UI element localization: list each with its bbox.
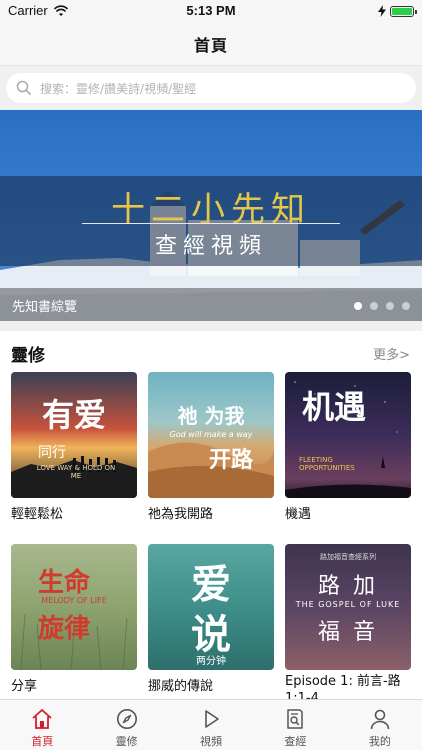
search-placeholder: 搜索：靈修/讚美詩/視頻/聖經 — [40, 81, 197, 96]
card-label: 輕輕鬆松 — [11, 507, 64, 522]
devotion-card[interactable]: 生命 MELODY OF LIFE 旋律 分享 — [11, 544, 137, 695]
card-label: 挪威的傳說 — [148, 679, 214, 694]
card-art-caption: LOVE WAY & HOLD ON ME — [36, 464, 116, 480]
devotion-card[interactable]: 路加福音查經系列 路 加 THE GOSPEL OF LUKE 福 音 Epis… — [285, 544, 411, 707]
home-icon — [32, 709, 52, 729]
banner-subtitle: 查經視頻 — [154, 234, 267, 259]
person-icon — [370, 709, 390, 730]
card-label: 分享 — [11, 679, 38, 694]
card-thumbnail[interactable]: 生命 MELODY OF LIFE 旋律 — [11, 544, 137, 670]
search-input[interactable]: 搜索：靈修/讚美詩/視頻/聖經 — [6, 73, 416, 103]
carousel-page-indicator[interactable] — [354, 302, 410, 310]
tab-label: 首頁 — [31, 735, 54, 748]
tab-bar: 首頁 靈修 視頻 查經 我的 — [0, 699, 422, 750]
tab-profile[interactable]: 我的 — [338, 700, 422, 750]
card-art-caption: THE GOSPEL OF LUKE — [295, 600, 401, 609]
status-time: 5:13 PM — [186, 3, 236, 18]
card-art-title: 路 加 — [318, 574, 378, 599]
tab-devotion[interactable]: 靈修 — [84, 700, 168, 750]
card-thumbnail[interactable]: 机遇 FLEETING OPPORTUNITIES — [285, 372, 411, 498]
devotion-card[interactable]: 机遇 FLEETING OPPORTUNITIES 機遇 — [285, 372, 411, 523]
page-title: 首頁 — [193, 35, 228, 55]
card-art-subtitle: 同行 — [38, 445, 66, 461]
devotion-card[interactable]: 爱 说 两分钟 挪威的傳說 — [148, 544, 274, 695]
card-art-subtitle: 开路 — [208, 448, 253, 473]
compass-icon — [116, 709, 137, 729]
tab-label: 我的 — [368, 735, 391, 748]
card-art-header: 路加福音查經系列 — [320, 553, 376, 561]
card-art-title: 有爱 — [41, 396, 106, 434]
search-bar: 搜索：靈修/讚美詩/視頻/聖經 — [0, 66, 422, 110]
search-icon — [16, 80, 32, 96]
card-art-title: 祂 为我 — [177, 404, 245, 428]
card-art-caption: MELODY OF LIFE — [41, 596, 107, 605]
card-thumbnail[interactable]: 爱 说 两分钟 — [148, 544, 274, 670]
devotion-section-header: 靈修 更多> — [0, 336, 422, 366]
tab-bible-study[interactable]: 查經 — [253, 700, 337, 750]
card-art-title: 生命 — [37, 568, 90, 598]
card-art-title: 机遇 — [301, 388, 366, 426]
card-art-caption: 两分钟 — [196, 656, 226, 667]
battery-icon — [390, 5, 417, 17]
devotion-card[interactable]: 祂 为我 God will make a way 开路 祂為我開路 — [148, 372, 274, 523]
play-icon — [205, 710, 219, 728]
tab-video[interactable]: 視頻 — [169, 700, 253, 750]
nav-bar: 首頁 — [0, 22, 422, 66]
search-document-icon — [287, 709, 304, 729]
card-label: 機遇 — [285, 507, 312, 522]
carousel-dot[interactable] — [402, 302, 410, 310]
tab-label: 視頻 — [200, 735, 223, 748]
card-thumbnail[interactable]: 路加福音查經系列 路 加 THE GOSPEL OF LUKE 福 音 — [285, 544, 411, 670]
banner-carousel[interactable]: 十二小先知 查經視頻 先知書綜覽 — [0, 110, 422, 321]
tab-label: 查經 — [284, 735, 307, 748]
tab-label: 靈修 — [115, 735, 138, 748]
banner-divider — [82, 223, 340, 224]
section-divider — [0, 321, 422, 331]
card-thumbnail[interactable]: 祂 为我 God will make a way 开路 — [148, 372, 274, 498]
card-art-subtitle: 福 音 — [318, 620, 378, 645]
card-thumbnail[interactable]: 有爱 同行 LOVE WAY & HOLD ON ME — [11, 372, 137, 498]
more-link[interactable]: 更多> — [373, 344, 410, 363]
status-bar: Carrier 5:13 PM — [0, 0, 422, 22]
status-right — [378, 5, 417, 17]
carousel-dot[interactable] — [386, 302, 394, 310]
carousel-dot[interactable] — [370, 302, 378, 310]
card-art-caption: God will make a way — [169, 430, 253, 439]
section-title: 靈修 — [11, 346, 45, 366]
charging-icon — [378, 5, 386, 17]
card-art-subtitle: 旋律 — [37, 614, 90, 644]
banner-caption: 先知書綜覽 — [12, 300, 78, 315]
card-art-caption: FLEETING OPPORTUNITIES — [299, 456, 355, 472]
card-label: 祂為我開路 — [148, 507, 214, 522]
tab-home[interactable]: 首頁 — [0, 700, 84, 750]
devotion-card[interactable]: 有爱 同行 LOVE WAY & HOLD ON ME 輕輕鬆松 — [11, 372, 137, 523]
carousel-dot[interactable] — [354, 302, 362, 310]
